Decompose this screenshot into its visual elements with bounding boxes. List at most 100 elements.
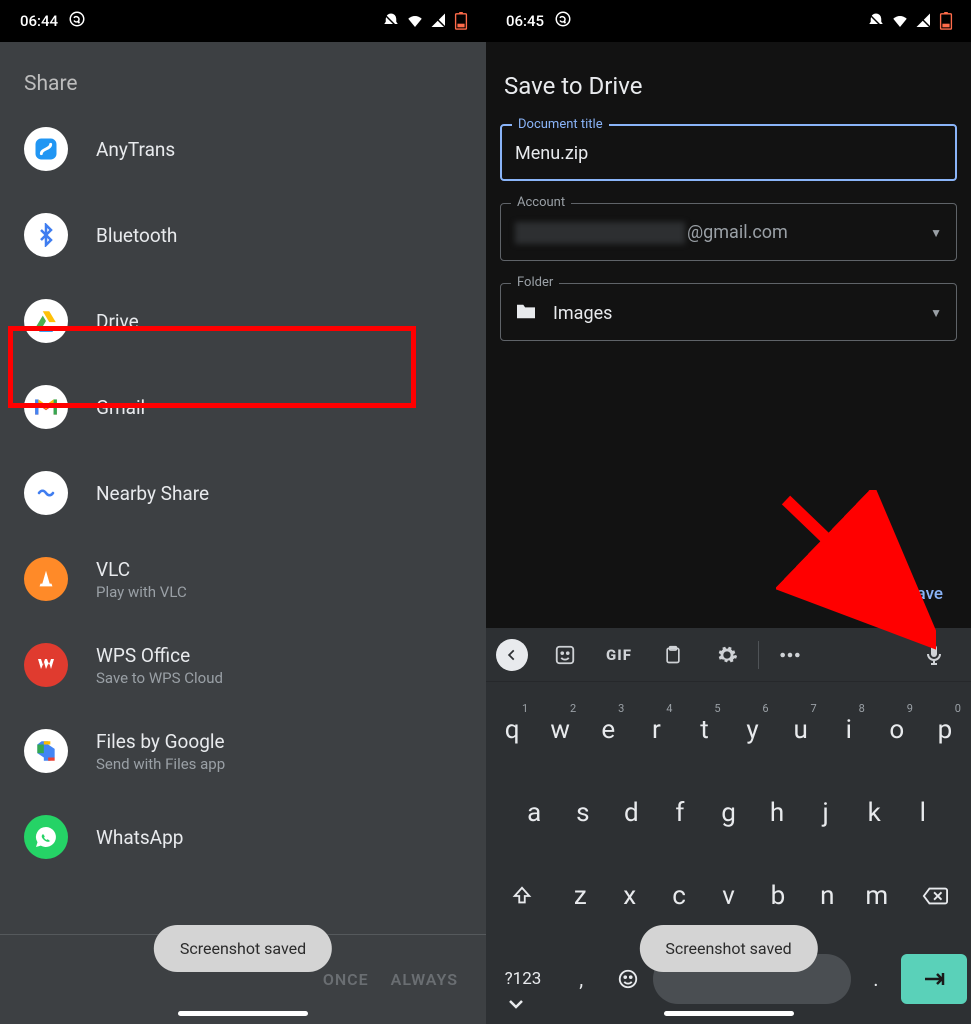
account-value: @gmail.com [515,222,930,244]
share-item-wps[interactable]: WPS OfficeSave to WPS Cloud [0,622,486,708]
key-g[interactable]: g [706,783,751,843]
key-m[interactable]: m [854,866,899,926]
save-button[interactable]: Save [906,584,943,604]
key-d[interactable]: d [609,783,654,843]
clipboard-icon[interactable] [646,635,700,675]
folder-field[interactable]: Folder Images ▼ [500,283,957,341]
status-bar: 06:45 [486,0,971,42]
key-o[interactable]: o9 [875,700,919,760]
keyboard-collapse-icon[interactable] [504,992,528,1016]
dnd-icon [382,12,400,30]
keyboard-back-button[interactable] [496,639,528,671]
signal-icon [915,12,933,30]
wifi-icon [406,12,424,30]
key-v[interactable]: v [706,866,751,926]
key-backspace[interactable] [903,866,967,926]
toast: Screenshot saved [639,925,817,972]
key-u[interactable]: u7 [779,700,823,760]
anytrans-icon [24,127,68,171]
soft-keyboard[interactable]: GIF q1 w2 e3 r4 t5 y6 u7 i8 o9 p0 a s [486,628,971,1024]
battery-icon [939,12,953,30]
key-comma[interactable]: , [560,949,602,1009]
share-item-label: AnyTrans [96,138,175,161]
phone-left-share-sheet: 06:44 Share AnyTrans [0,0,486,1024]
share-item-sub: Play with VLC [96,583,187,601]
key-k[interactable]: k [852,783,897,843]
share-item-gmail[interactable]: Gmail [0,364,486,450]
key-f[interactable]: f [658,783,703,843]
share-list[interactable]: AnyTrans Bluetooth Drive Gmail [0,106,486,1024]
key-t[interactable]: t5 [682,700,726,760]
key-period[interactable]: . [855,949,897,1009]
once-button[interactable]: ONCE [323,970,369,989]
whatsapp-status-icon [554,10,572,32]
key-r[interactable]: r4 [634,700,678,760]
keyboard-row-1: q1 w2 e3 r4 t5 y6 u7 i8 o9 p0 [490,700,967,760]
wifi-icon [891,12,909,30]
key-n[interactable]: n [805,866,850,926]
cancel-button[interactable]: Cancel [816,584,868,604]
key-i[interactable]: i8 [827,700,871,760]
page-title: Save to Drive [500,42,957,124]
key-b[interactable]: b [755,866,800,926]
share-item-drive[interactable]: Drive [0,278,486,364]
battery-icon [454,12,468,30]
key-p[interactable]: p0 [923,700,967,760]
key-h[interactable]: h [755,783,800,843]
always-button[interactable]: ALWAYS [391,970,458,989]
keyboard-toolbar: GIF [486,628,971,682]
share-item-files[interactable]: Files by Google Send with Files app [0,708,486,794]
status-time: 06:44 [20,12,58,30]
key-enter[interactable] [901,954,967,1004]
key-y[interactable]: y6 [731,700,775,760]
share-item-sub: Send with Files app [96,755,225,773]
nav-pill[interactable] [664,1011,794,1016]
share-item-vlc[interactable]: VLC Play with VLC [0,536,486,622]
share-item-label: WPS Office [96,644,223,667]
toast: Screenshot saved [154,925,332,972]
key-q[interactable]: q1 [490,700,534,760]
document-title-field[interactable]: Document title Menu.zip [500,124,957,181]
gear-icon[interactable] [700,635,754,675]
dialog-actions: Cancel Save [500,584,957,604]
key-l[interactable]: l [900,783,945,843]
share-panel: Share AnyTrans Bluetooth Drive [0,42,486,1024]
field-label: Folder [511,275,559,290]
whatsapp-status-icon [68,10,86,32]
key-c[interactable]: c [656,866,701,926]
share-item-nearby-share[interactable]: Nearby Share [0,450,486,536]
key-z[interactable]: z [558,866,603,926]
nav-pill[interactable] [178,1011,308,1016]
key-w[interactable]: w2 [538,700,582,760]
share-item-bluetooth[interactable]: Bluetooth [0,192,486,278]
chevron-down-icon[interactable]: ▼ [930,226,942,240]
share-item-label: Nearby Share [96,482,209,505]
chevron-down-icon[interactable]: ▼ [930,306,942,320]
key-e[interactable]: e3 [586,700,630,760]
share-item-anytrans[interactable]: AnyTrans [0,106,486,192]
files-icon [24,729,68,773]
share-item-label: Files by Google [96,730,225,753]
folder-value: Images [553,303,930,324]
save-arrow-annotation [776,490,936,650]
gmail-icon [24,385,68,429]
dnd-icon [867,12,885,30]
share-item-label: Gmail [96,396,145,419]
document-title-input[interactable]: Menu.zip [515,143,942,164]
gif-button[interactable]: GIF [592,635,646,675]
share-item-whatsapp[interactable]: WhatsApp [0,794,486,880]
key-s[interactable]: s [561,783,606,843]
keyboard-row-3: z x c v b n m [490,866,967,926]
share-title: Share [0,42,486,106]
key-a[interactable]: a [512,783,557,843]
status-bar: 06:44 [0,0,486,42]
bluetooth-icon [24,213,68,257]
key-x[interactable]: x [607,866,652,926]
more-icon[interactable] [763,635,817,675]
key-shift[interactable] [490,866,554,926]
mic-icon[interactable] [907,635,961,675]
share-item-label: VLC [96,558,187,581]
sticker-icon[interactable] [538,635,592,675]
key-j[interactable]: j [803,783,848,843]
account-field[interactable]: Account @gmail.com ▼ [500,203,957,261]
